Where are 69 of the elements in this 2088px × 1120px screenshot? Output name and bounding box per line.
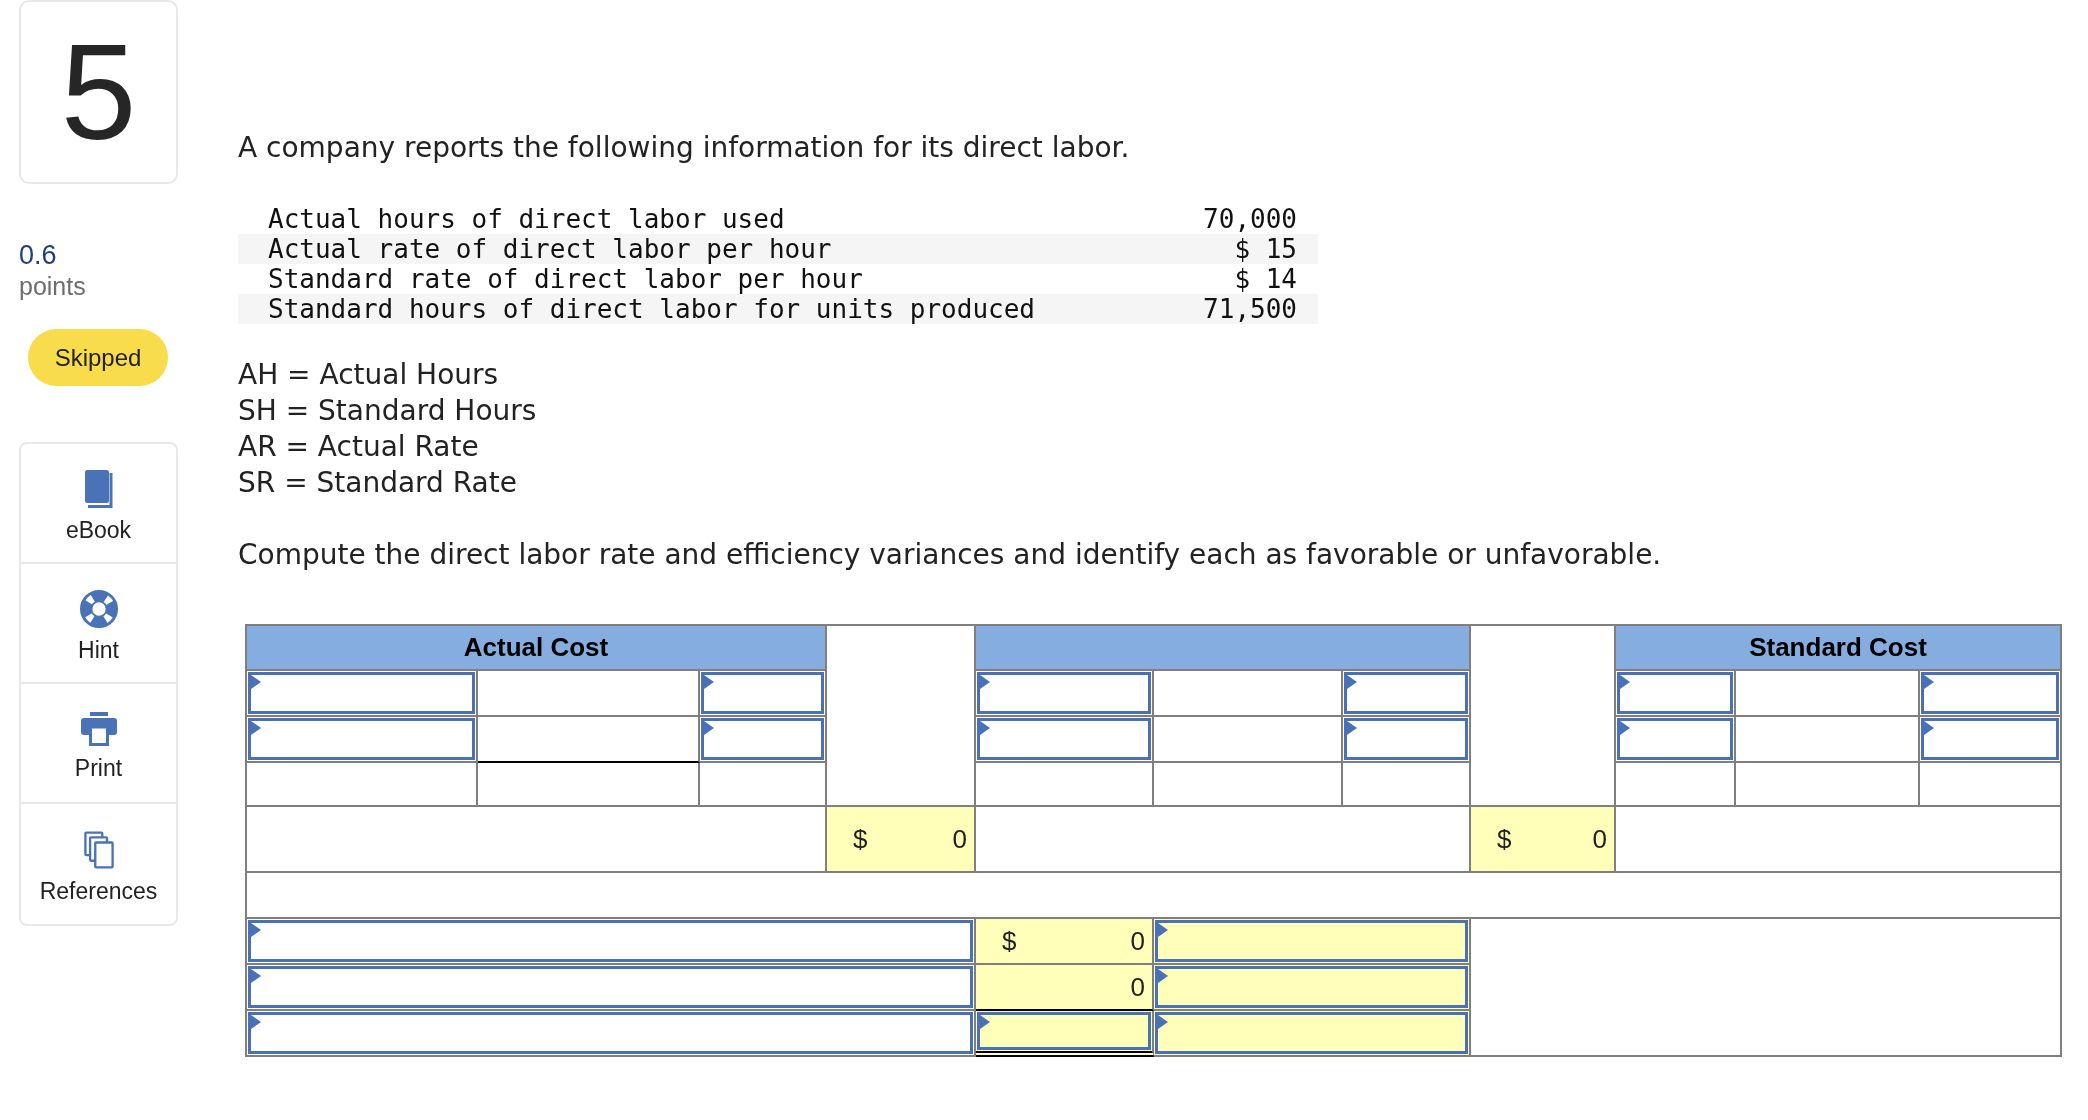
triangle-icon <box>980 1015 990 1029</box>
currency-symbol: $ <box>1002 925 1017 957</box>
triangle-icon <box>704 675 714 689</box>
dropdown-field[interactable] <box>248 966 973 1008</box>
data-value: 71,500 <box>1203 294 1297 324</box>
status-badge: Skipped <box>28 329 168 386</box>
question-prompt: A company reports the following information for its direct labor. <box>238 130 1130 166</box>
dropdown-field[interactable] <box>977 718 1151 760</box>
currency-symbol: $ <box>1497 823 1512 855</box>
printer-icon <box>80 712 117 746</box>
triangle-icon <box>704 721 714 735</box>
amount-value: 0 <box>952 823 967 855</box>
data-label: Actual rate of direct labor per hour <box>268 234 832 264</box>
points-value: 0.6 <box>19 239 58 271</box>
dropdown-field[interactable] <box>1617 672 1733 714</box>
triangle-icon <box>1924 675 1934 689</box>
instruction-text: Compute the direct labor rate and efficiency variances and identify each as favorable or unfavorable. <box>238 537 1662 573</box>
column-header: Actual Cost <box>247 626 827 671</box>
triangle-icon <box>1620 721 1630 735</box>
dropdown-field[interactable] <box>1155 966 1468 1008</box>
data-value: $ 15 <box>1234 234 1297 264</box>
dropdown-field[interactable] <box>1155 1012 1468 1054</box>
dropdown-field[interactable] <box>1155 920 1468 962</box>
triangle-icon <box>1158 923 1168 937</box>
dropdown-field[interactable] <box>248 718 475 760</box>
triangle-icon <box>1347 721 1357 735</box>
triangle-icon <box>251 721 261 735</box>
definition-text: AR = Actual Rate <box>238 429 480 465</box>
triangle-icon <box>1924 721 1934 735</box>
triangle-icon <box>1158 969 1168 983</box>
column-header: Standard Cost <box>1616 626 2062 671</box>
triangle-icon <box>980 721 990 735</box>
dropdown-field[interactable] <box>1921 718 2059 760</box>
dropdown-field[interactable] <box>1921 672 2059 714</box>
points-label: points <box>19 271 87 301</box>
amount-value: 0 <box>1130 925 1145 957</box>
definition-text: SH = Standard Hours <box>238 393 537 429</box>
amount-value: 0 <box>1592 823 1607 855</box>
dropdown-field[interactable] <box>701 672 824 714</box>
question-number: 5 <box>19 0 178 184</box>
lifebuoy-icon <box>79 590 118 628</box>
dropdown-field[interactable] <box>248 920 973 962</box>
data-value: 70,000 <box>1203 204 1297 234</box>
triangle-icon <box>980 675 990 689</box>
dropdown-field[interactable] <box>1344 718 1468 760</box>
triangle-icon <box>251 1015 261 1029</box>
dropdown-field[interactable] <box>977 1012 1151 1050</box>
data-label: Standard hours of direct labor for units produced <box>268 294 1035 324</box>
amount-value: 0 <box>1130 971 1145 1003</box>
data-value: $ 14 <box>1234 264 1297 294</box>
dropdown-field[interactable] <box>248 1012 973 1054</box>
triangle-icon <box>1620 675 1630 689</box>
triangle-icon <box>251 923 261 937</box>
dropdown-field[interactable] <box>701 718 824 760</box>
dropdown-field[interactable] <box>1344 672 1468 714</box>
dropdown-field[interactable] <box>248 672 475 714</box>
triangle-icon <box>251 969 261 983</box>
definition-text: SR = Standard Rate <box>238 465 518 501</box>
definition-text: AH = Actual Hours <box>238 357 500 393</box>
triangle-icon <box>1347 675 1357 689</box>
triangle-icon <box>1158 1015 1168 1029</box>
dropdown-field[interactable] <box>1617 718 1733 760</box>
book-icon <box>84 470 113 508</box>
data-label: Actual hours of direct labor used <box>268 204 785 234</box>
triangle-icon <box>251 675 261 689</box>
documents-icon <box>83 831 114 869</box>
currency-symbol: $ <box>853 823 868 855</box>
dropdown-field[interactable] <box>977 672 1151 714</box>
data-label: Standard rate of direct labor per hour <box>268 264 863 294</box>
